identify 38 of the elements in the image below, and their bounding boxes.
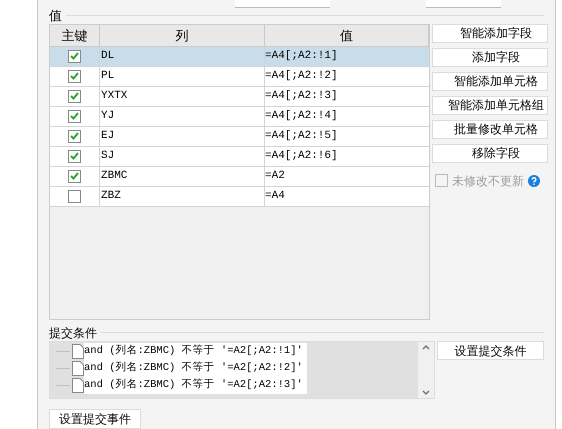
table-cell: ZBMC [100,166,265,186]
table-cell: SJ [100,146,265,166]
table-cell: DL [100,46,265,66]
set-condition-button[interactable]: 设置提交条件 [436,341,544,360]
table-row[interactable]: ZBZ =A4 [50,186,429,207]
action-button[interactable]: 批量修改单元格 [432,120,548,139]
table-cell-text: =A4[;A2:!2] [265,69,339,84]
table-row[interactable]: YXTX =A4[;A2:!3] [50,86,429,107]
action-button[interactable]: 智能添加单元格 [432,72,548,91]
section-title: 值 [49,9,62,22]
table-cell-text: =A4 [265,189,286,204]
table-cell-text: =A4[;A2:!5] [265,129,339,144]
table-cell-text: =A2 [265,169,286,184]
table-cell-text: =A4[;A2:!4] [265,109,339,124]
set-event-button[interactable]: 设置提交事件 [49,409,141,429]
checkbox-label: 未修改不更新 [452,172,524,190]
table-row[interactable]: DL =A4[;A2:!1] [50,46,429,67]
action-button[interactable]: 智能添加单元格组 [432,96,548,115]
table-cell-text: =A4[;A2:!3] [265,89,339,104]
section-title: 提交条件 [49,326,97,339]
column-header[interactable]: 列 [100,24,265,46]
table-cell: YJ [100,106,265,126]
table-cell-text: =A4[;A2:!6] [265,149,339,164]
table-row[interactable]: EJ =A4[;A2:!5] [50,126,429,147]
table-cell: YXTX [100,86,265,106]
column-header[interactable]: 主键 [50,24,100,46]
table-cell: ZBZ [100,186,265,206]
table-cell-text: =A4[;A2:!1] [265,49,339,64]
table-cell: EJ [100,126,265,146]
action-button[interactable]: 添加字段 [432,48,548,67]
table-row[interactable]: YJ =A4[;A2:!4] [50,106,429,127]
table-row[interactable]: ZBMC =A2 [50,166,429,187]
action-button[interactable]: 移除字段 [432,144,548,163]
table-row[interactable]: PL =A4[;A2:!2] [50,66,429,87]
column-header[interactable]: 值 [265,24,429,46]
action-button[interactable]: 智能添加字段 [432,24,548,43]
table-row[interactable]: SJ =A4[;A2:!6] [50,146,429,167]
table-cell: PL [100,66,265,86]
